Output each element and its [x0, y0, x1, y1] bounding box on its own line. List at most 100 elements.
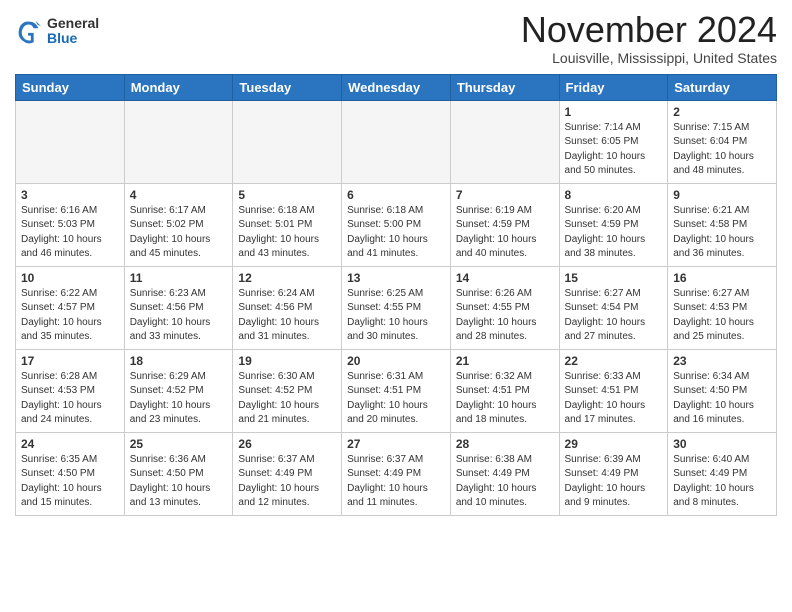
- day-info: Sunrise: 6:37 AM Sunset: 4:49 PM Dayligh…: [238, 453, 336, 511]
- calendar-cell: [124, 100, 233, 183]
- day-number: 7: [456, 188, 554, 202]
- day-number: 12: [238, 271, 336, 285]
- day-number: 15: [565, 271, 663, 285]
- day-number: 26: [238, 437, 336, 451]
- weekday-header-wednesday: Wednesday: [342, 74, 451, 100]
- day-info: Sunrise: 6:22 AM Sunset: 4:57 PM Dayligh…: [21, 287, 119, 345]
- day-info: Sunrise: 6:35 AM Sunset: 4:50 PM Dayligh…: [21, 453, 119, 511]
- calendar-cell: 17 Sunrise: 6:28 AM Sunset: 4:53 PM Dayli…: [16, 349, 125, 432]
- day-info: Sunrise: 6:19 AM Sunset: 4:59 PM Dayligh…: [456, 204, 554, 262]
- day-number: 5: [238, 188, 336, 202]
- week-row-4: 17 Sunrise: 6:28 AM Sunset: 4:53 PM Dayli…: [16, 349, 777, 432]
- calendar-cell: [233, 100, 342, 183]
- weekday-header-monday: Monday: [124, 74, 233, 100]
- day-number: 25: [130, 437, 228, 451]
- calendar-cell: 1 Sunrise: 7:14 AM Sunset: 6:05 PM Daylig…: [559, 100, 668, 183]
- calendar-cell: 19 Sunrise: 6:30 AM Sunset: 4:52 PM Dayli…: [233, 349, 342, 432]
- day-info: Sunrise: 6:27 AM Sunset: 4:53 PM Dayligh…: [673, 287, 771, 345]
- day-number: 30: [673, 437, 771, 451]
- logo: General Blue: [15, 16, 99, 47]
- week-row-3: 10 Sunrise: 6:22 AM Sunset: 4:57 PM Dayli…: [16, 266, 777, 349]
- calendar-cell: 22Sunrise: 6:33 AM Sunset: 4:51 PM Dayli…: [559, 349, 668, 432]
- logo-icon: [15, 17, 43, 45]
- day-number: 29: [565, 437, 663, 451]
- day-number: 19: [238, 354, 336, 368]
- calendar-cell: 30 Sunrise: 6:40 AM Sunset: 4:49 PM Dayli…: [668, 432, 777, 515]
- day-info: Sunrise: 7:15 AM Sunset: 6:04 PM Dayligh…: [673, 121, 771, 179]
- day-number: 27: [347, 437, 445, 451]
- day-info: Sunrise: 6:31 AM Sunset: 4:51 PM Dayligh…: [347, 370, 445, 428]
- week-row-1: 1 Sunrise: 7:14 AM Sunset: 6:05 PM Daylig…: [16, 100, 777, 183]
- day-number: 4: [130, 188, 228, 202]
- calendar-cell: 8Sunrise: 6:20 AM Sunset: 4:59 PM Daylig…: [559, 183, 668, 266]
- day-number: 11: [130, 271, 228, 285]
- day-number: 2: [673, 105, 771, 119]
- day-number: 23: [673, 354, 771, 368]
- day-number: 10: [21, 271, 119, 285]
- day-info: Sunrise: 6:28 AM Sunset: 4:53 PM Dayligh…: [21, 370, 119, 428]
- month-title: November 2024: [521, 10, 777, 50]
- day-number: 1: [565, 105, 663, 119]
- title-block: November 2024 Louisville, Mississippi, U…: [521, 10, 777, 66]
- day-info: Sunrise: 7:14 AM Sunset: 6:05 PM Dayligh…: [565, 121, 663, 179]
- calendar-cell: 15Sunrise: 6:27 AM Sunset: 4:54 PM Dayli…: [559, 266, 668, 349]
- day-number: 17: [21, 354, 119, 368]
- day-info: Sunrise: 6:40 AM Sunset: 4:49 PM Dayligh…: [673, 453, 771, 511]
- calendar-cell: 6 Sunrise: 6:18 AM Sunset: 5:00 PM Daylig…: [342, 183, 451, 266]
- day-info: Sunrise: 6:26 AM Sunset: 4:55 PM Dayligh…: [456, 287, 554, 345]
- calendar-cell: 13 Sunrise: 6:25 AM Sunset: 4:55 PM Dayli…: [342, 266, 451, 349]
- calendar-cell: 21Sunrise: 6:32 AM Sunset: 4:51 PM Dayli…: [450, 349, 559, 432]
- calendar-cell: 5 Sunrise: 6:18 AM Sunset: 5:01 PM Daylig…: [233, 183, 342, 266]
- calendar-cell: 26 Sunrise: 6:37 AM Sunset: 4:49 PM Dayli…: [233, 432, 342, 515]
- day-number: 28: [456, 437, 554, 451]
- calendar-cell: 14 Sunrise: 6:26 AM Sunset: 4:55 PM Dayli…: [450, 266, 559, 349]
- calendar-cell: 10 Sunrise: 6:22 AM Sunset: 4:57 PM Dayli…: [16, 266, 125, 349]
- calendar-cell: 9Sunrise: 6:21 AM Sunset: 4:58 PM Daylig…: [668, 183, 777, 266]
- calendar-cell: 2 Sunrise: 7:15 AM Sunset: 6:04 PM Daylig…: [668, 100, 777, 183]
- calendar-cell: 23 Sunrise: 6:34 AM Sunset: 4:50 PM Dayli…: [668, 349, 777, 432]
- calendar-cell: 7 Sunrise: 6:19 AM Sunset: 4:59 PM Daylig…: [450, 183, 559, 266]
- calendar-cell: 28 Sunrise: 6:38 AM Sunset: 4:49 PM Dayli…: [450, 432, 559, 515]
- weekday-header-sunday: Sunday: [16, 74, 125, 100]
- day-number: 8: [565, 188, 663, 202]
- day-info: Sunrise: 6:36 AM Sunset: 4:50 PM Dayligh…: [130, 453, 228, 511]
- calendar-cell: [16, 100, 125, 183]
- day-info: Sunrise: 6:16 AM Sunset: 5:03 PM Dayligh…: [21, 204, 119, 262]
- calendar-cell: 29 Sunrise: 6:39 AM Sunset: 4:49 PM Dayli…: [559, 432, 668, 515]
- day-info: Sunrise: 6:25 AM Sunset: 4:55 PM Dayligh…: [347, 287, 445, 345]
- calendar-cell: [450, 100, 559, 183]
- logo-general-text: General: [47, 16, 99, 31]
- calendar-table: SundayMondayTuesdayWednesdayThursdayFrid…: [15, 74, 777, 516]
- day-info: Sunrise: 6:18 AM Sunset: 5:00 PM Dayligh…: [347, 204, 445, 262]
- day-number: 6: [347, 188, 445, 202]
- day-info: Sunrise: 6:30 AM Sunset: 4:52 PM Dayligh…: [238, 370, 336, 428]
- day-info: Sunrise: 6:33 AM Sunset: 4:51 PM Dayligh…: [565, 370, 663, 428]
- day-number: 14: [456, 271, 554, 285]
- page-header: General Blue November 2024 Louisville, M…: [15, 10, 777, 66]
- day-info: Sunrise: 6:38 AM Sunset: 4:49 PM Dayligh…: [456, 453, 554, 511]
- day-info: Sunrise: 6:34 AM Sunset: 4:50 PM Dayligh…: [673, 370, 771, 428]
- weekday-header-friday: Friday: [559, 74, 668, 100]
- day-info: Sunrise: 6:37 AM Sunset: 4:49 PM Dayligh…: [347, 453, 445, 511]
- day-number: 16: [673, 271, 771, 285]
- logo-blue-text: Blue: [47, 31, 99, 46]
- calendar-cell: 11Sunrise: 6:23 AM Sunset: 4:56 PM Dayli…: [124, 266, 233, 349]
- calendar-cell: 25 Sunrise: 6:36 AM Sunset: 4:50 PM Dayli…: [124, 432, 233, 515]
- calendar-cell: 3 Sunrise: 6:16 AM Sunset: 5:03 PM Daylig…: [16, 183, 125, 266]
- location-text: Louisville, Mississippi, United States: [521, 50, 777, 66]
- weekday-header-saturday: Saturday: [668, 74, 777, 100]
- calendar-cell: 12Sunrise: 6:24 AM Sunset: 4:56 PM Dayli…: [233, 266, 342, 349]
- day-number: 21: [456, 354, 554, 368]
- day-info: Sunrise: 6:18 AM Sunset: 5:01 PM Dayligh…: [238, 204, 336, 262]
- day-number: 24: [21, 437, 119, 451]
- day-number: 13: [347, 271, 445, 285]
- calendar-cell: [342, 100, 451, 183]
- calendar-cell: 27 Sunrise: 6:37 AM Sunset: 4:49 PM Dayli…: [342, 432, 451, 515]
- day-info: Sunrise: 6:39 AM Sunset: 4:49 PM Dayligh…: [565, 453, 663, 511]
- weekday-header-thursday: Thursday: [450, 74, 559, 100]
- weekday-header-row: SundayMondayTuesdayWednesdayThursdayFrid…: [16, 74, 777, 100]
- calendar-cell: 16 Sunrise: 6:27 AM Sunset: 4:53 PM Dayli…: [668, 266, 777, 349]
- day-number: 18: [130, 354, 228, 368]
- week-row-5: 24 Sunrise: 6:35 AM Sunset: 4:50 PM Dayli…: [16, 432, 777, 515]
- day-number: 3: [21, 188, 119, 202]
